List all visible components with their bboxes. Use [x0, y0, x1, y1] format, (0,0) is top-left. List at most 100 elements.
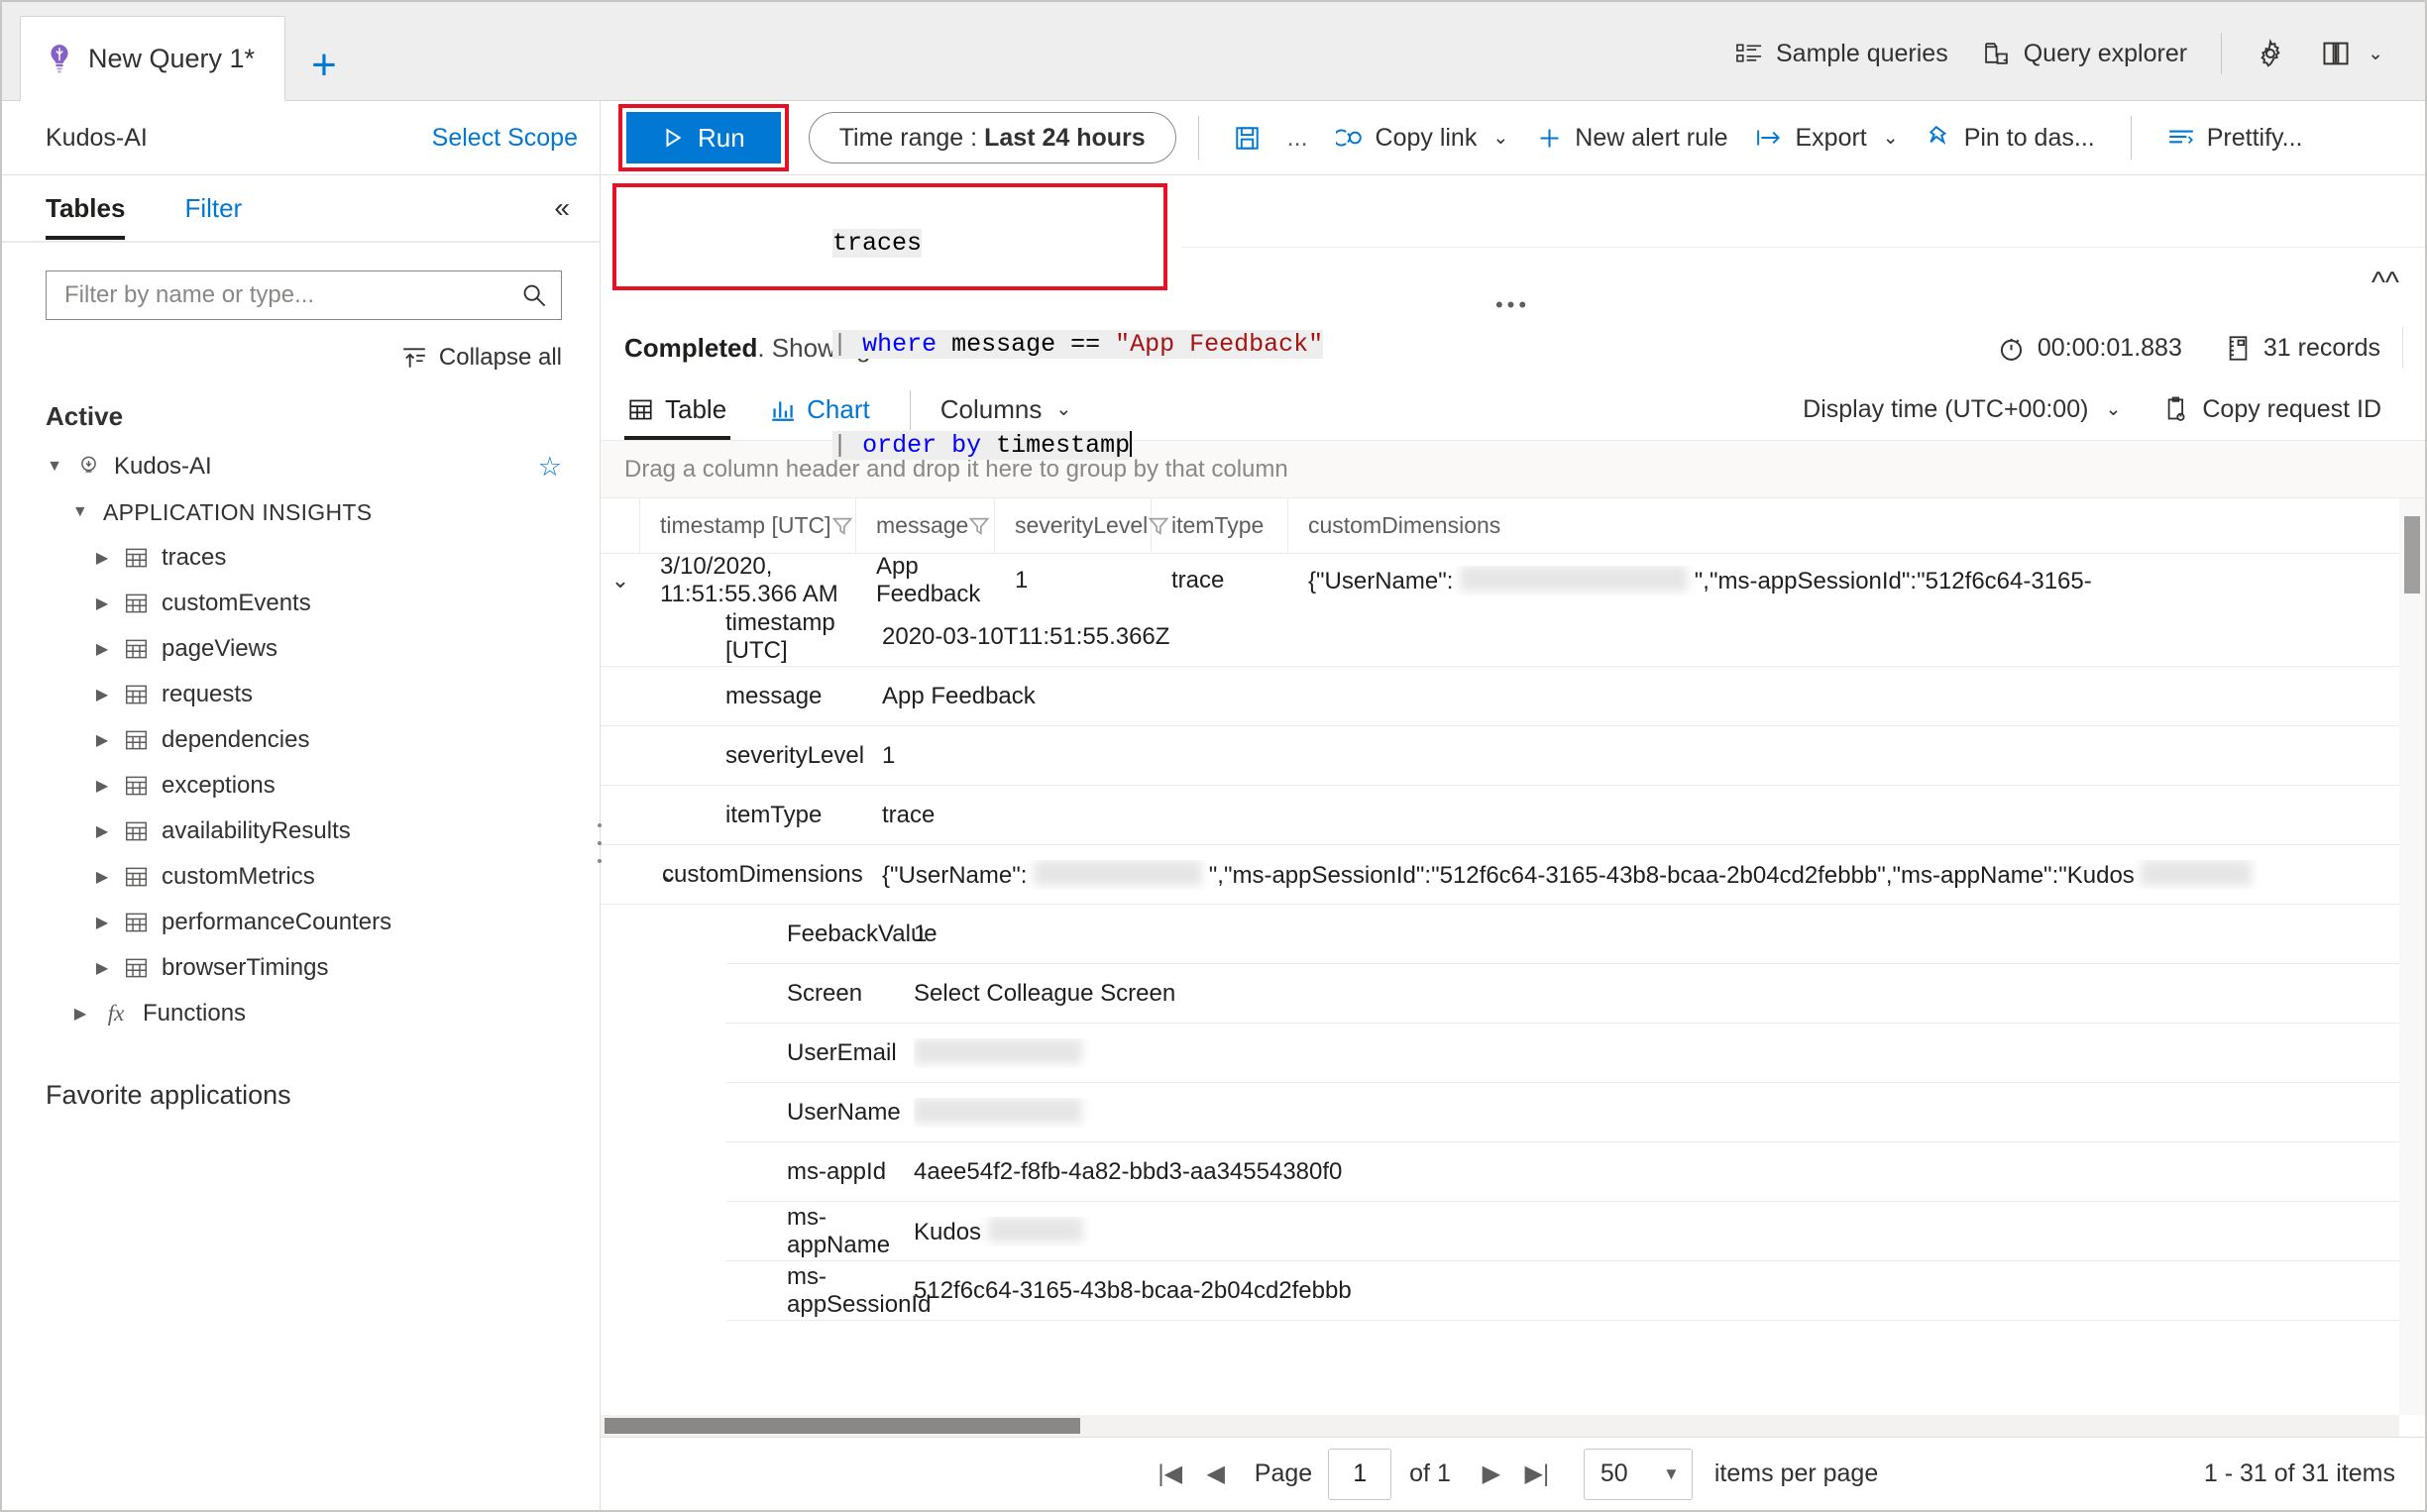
- sample-queries-button[interactable]: Sample queries: [1718, 34, 1966, 74]
- nested-key: ms-appSessionId: [787, 1262, 932, 1318]
- time-range-picker[interactable]: Time range : Last 24 hours: [808, 112, 1176, 163]
- caret-right-icon[interactable]: ▶: [93, 776, 111, 796]
- query-tab-new-query-1[interactable]: New Query 1*: [20, 16, 286, 101]
- tree-node-table[interactable]: ▶ performanceCounters: [2, 900, 600, 945]
- grid-pager: |◀ ◀ Page of 1 ▶ ▶| 50 ▼ items per page …: [601, 1437, 2425, 1510]
- tree-node-table[interactable]: ▶ browserTimings: [2, 945, 600, 991]
- tree-node-table[interactable]: ▶ customEvents: [2, 581, 600, 626]
- pane-splitter-handle[interactable]: [596, 822, 604, 863]
- detail-value: 1: [882, 741, 896, 769]
- prettify-button[interactable]: Prettify...: [2153, 118, 2317, 159]
- detail-row: timestamp [UTC] 2020-03-10T11:51:55.366Z: [601, 607, 2425, 667]
- table-row[interactable]: ⌄ 3/10/2020, 11:51:55.366 AM App Feedbac…: [601, 552, 2425, 607]
- tree-node-workspace[interactable]: ▼ Kudos-AI ☆: [2, 444, 600, 489]
- tables-list: ▶ traces ▶ customEvents ▶ pageViews ▶ requests ▶…: [2, 535, 600, 991]
- tab-chart-view-label: Chart: [807, 394, 870, 424]
- lightbulb-icon: [47, 44, 72, 73]
- display-time-selector[interactable]: Display time (UTC+00:00) ⌄: [1781, 395, 2143, 424]
- caret-right-icon[interactable]: ▶: [93, 821, 111, 841]
- help-docs-button[interactable]: ⌄: [2303, 34, 2401, 73]
- column-header-customdimensions[interactable]: customDimensions: [1288, 498, 2425, 553]
- chevron-double-left-icon[interactable]: «: [554, 192, 570, 224]
- tree-node-table[interactable]: ▶ requests: [2, 672, 600, 717]
- run-button[interactable]: Run: [626, 112, 781, 163]
- caret-right-icon[interactable]: ▶: [93, 594, 111, 613]
- row-expand-toggle[interactable]: ⌄: [601, 568, 640, 594]
- chevron-down-icon: ⌄: [1882, 127, 1899, 149]
- grid-vertical-scrollbar[interactable]: [2399, 498, 2425, 1415]
- kql-editor[interactable]: traces | where message == "App Feedback"…: [616, 187, 1324, 460]
- tab-chart-view[interactable]: Chart: [766, 379, 874, 440]
- column-header-message[interactable]: message: [856, 498, 995, 553]
- table-filter-box[interactable]: [46, 270, 562, 320]
- star-icon[interactable]: ☆: [538, 452, 562, 483]
- cell-message: App Feedback: [876, 552, 981, 607]
- sidebar-tab-filter[interactable]: Filter: [184, 193, 242, 224]
- caret-right-icon[interactable]: ▶: [93, 639, 111, 659]
- page-size-select[interactable]: 50 ▼: [1583, 1448, 1693, 1500]
- copy-request-id-button[interactable]: Copy request ID: [2143, 395, 2403, 424]
- pin-icon: [1927, 125, 1952, 151]
- grid-horizontal-scrollbar[interactable]: [601, 1415, 2399, 1437]
- tree-group-application-insights[interactable]: ▼ APPLICATION INSIGHTS: [2, 489, 600, 535]
- column-header-timestamp[interactable]: timestamp [UTC]: [640, 498, 856, 553]
- filter-icon[interactable]: [831, 515, 853, 537]
- link-icon: [1335, 126, 1364, 150]
- redacted-value: [987, 1216, 1083, 1242]
- caret-right-icon[interactable]: ▶: [93, 685, 111, 704]
- redacted-username: [1460, 565, 1689, 592]
- save-button[interactable]: [1221, 120, 1273, 157]
- pin-to-dashboard-label: Pin to das...: [1963, 123, 2095, 152]
- tree-node-table[interactable]: ▶ dependencies: [2, 717, 600, 763]
- grid-horizontal-scroll-thumb[interactable]: [605, 1418, 1080, 1434]
- collapse-all-button[interactable]: Collapse all: [2, 320, 600, 372]
- next-page-button[interactable]: ▶: [1469, 1459, 1514, 1488]
- caret-right-icon[interactable]: ▶: [71, 1004, 89, 1024]
- filter-icon[interactable]: [968, 515, 990, 537]
- nested-value-text: 512f6c64-3165-43b8-bcaa-2b04cd2febbb: [914, 1276, 1352, 1304]
- query-editor-annotation: traces | where message == "App Feedback"…: [612, 183, 1324, 460]
- column-header-severitylevel[interactable]: severityLevel: [995, 498, 1169, 553]
- first-page-button[interactable]: |◀: [1148, 1459, 1193, 1488]
- add-query-tab-button[interactable]: +: [311, 43, 337, 87]
- grid-vertical-scroll-thumb[interactable]: [2404, 516, 2420, 594]
- tab-table-view[interactable]: Table: [624, 379, 731, 440]
- tree-node-functions[interactable]: ▶ fx Functions: [2, 991, 600, 1036]
- caret-right-icon[interactable]: ▶: [93, 548, 111, 568]
- tree-node-workspace-label: Kudos-AI: [114, 453, 212, 480]
- caret-right-icon[interactable]: ▶: [93, 958, 111, 978]
- tree-node-table[interactable]: ▶ exceptions: [2, 763, 600, 809]
- editor-resize-handle[interactable]: •••: [601, 292, 2425, 317]
- last-page-button[interactable]: ▶|: [1514, 1459, 1560, 1488]
- caret-right-icon[interactable]: ▶: [93, 730, 111, 750]
- time-range-value: Last 24 hours: [984, 123, 1146, 152]
- tree-node-table[interactable]: ▶ pageViews: [2, 626, 600, 672]
- query-explorer-button[interactable]: Query explorer: [1966, 34, 2205, 74]
- select-scope-link[interactable]: Select Scope: [432, 124, 578, 153]
- scope-name: Kudos-AI: [46, 123, 148, 152]
- detail-row: severityLevel 1: [601, 726, 2425, 786]
- save-overflow-button[interactable]: ...: [1273, 118, 1322, 159]
- column-header-itemtype[interactable]: itemType: [1152, 498, 1288, 553]
- page-number-input[interactable]: [1328, 1448, 1392, 1500]
- table-filter-input[interactable]: [62, 280, 521, 310]
- detail-row-customdimensions[interactable]: ⌄ customDimensions {"UserName": ","ms-ap…: [601, 845, 2425, 905]
- pin-to-dashboard-button[interactable]: Pin to das...: [1913, 118, 2109, 159]
- caret-down-icon[interactable]: ▼: [71, 503, 89, 521]
- caret-right-icon[interactable]: ▶: [93, 913, 111, 932]
- settings-button[interactable]: [2238, 33, 2303, 74]
- sidebar-tab-tables[interactable]: Tables: [46, 193, 126, 240]
- caret-down-icon[interactable]: ▼: [46, 458, 63, 476]
- new-alert-rule-button[interactable]: New alert rule: [1522, 118, 1741, 159]
- copy-link-button[interactable]: Copy link ⌄: [1322, 118, 1523, 159]
- tree-node-table[interactable]: ▶ availabilityResults: [2, 809, 600, 854]
- previous-page-button[interactable]: ◀: [1193, 1459, 1239, 1488]
- nested-value: [914, 1037, 2425, 1068]
- tree-node-table[interactable]: ▶ customMetrics: [2, 854, 600, 900]
- caret-right-icon[interactable]: ▶: [93, 867, 111, 887]
- tree-node-table[interactable]: ▶ traces: [2, 535, 600, 581]
- toolbar-divider-1: [1197, 116, 1199, 160]
- customdimensions-expand-toggle[interactable]: ⌄: [601, 862, 678, 888]
- export-button[interactable]: Export ⌄: [1742, 118, 1913, 159]
- query-editor-zone: traces | where message == "App Feedback"…: [601, 175, 2425, 460]
